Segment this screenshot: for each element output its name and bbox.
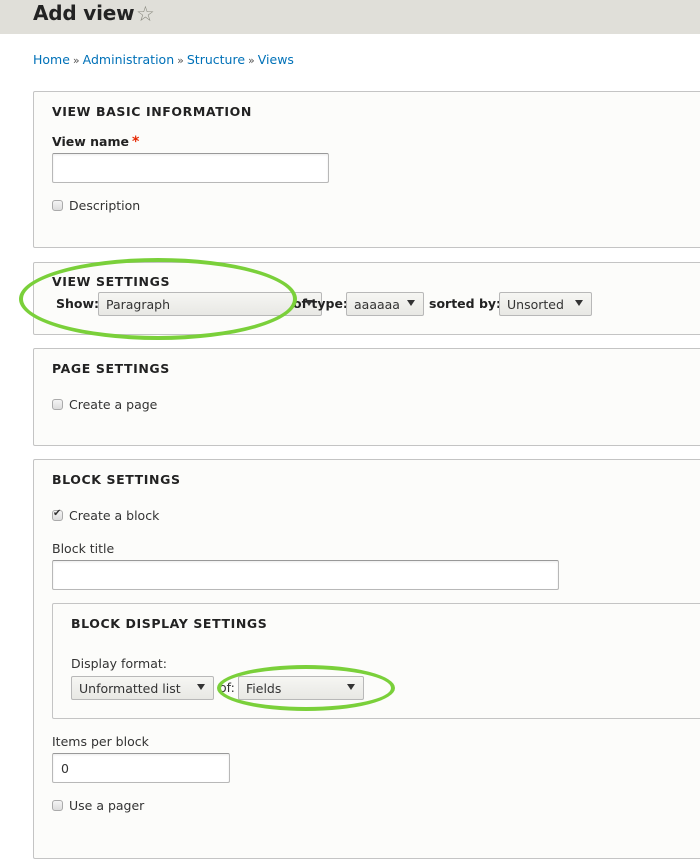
- of-type-select-value: aaaaaa: [354, 296, 400, 312]
- fieldset-legend: View settings: [52, 274, 171, 289]
- view-name-label-text: View name: [52, 134, 129, 149]
- fieldset-legend: View basic information: [52, 104, 252, 119]
- description-checkbox-row[interactable]: Description: [52, 198, 140, 213]
- use-pager-checkbox-row[interactable]: Use a pager: [52, 798, 144, 813]
- block-title-label: Block title: [52, 541, 115, 556]
- sorted-by-label: sorted by:: [429, 296, 502, 311]
- use-pager-label: Use a pager: [69, 798, 145, 813]
- page-title: Add view: [33, 1, 135, 25]
- chevron-down-icon: [347, 684, 355, 690]
- description-checkbox[interactable]: [52, 200, 63, 211]
- breadcrumb: Home» Administration» Structure» Views: [33, 52, 294, 67]
- row-style-select-value: Fields: [246, 680, 282, 696]
- display-format-label: Display format:: [71, 656, 167, 671]
- sorted-by-select-value: Unsorted: [507, 296, 564, 312]
- sorted-by-select[interactable]: Unsorted: [499, 292, 592, 316]
- show-select[interactable]: Paragraph: [98, 292, 322, 316]
- breadcrumb-administration[interactable]: Administration: [83, 52, 174, 67]
- description-label: Description: [69, 198, 141, 213]
- use-pager-checkbox[interactable]: [52, 800, 63, 811]
- create-block-checkbox[interactable]: [52, 508, 63, 521]
- items-per-block-label: Items per block: [52, 734, 149, 749]
- create-block-checkbox-row[interactable]: Create a block: [52, 508, 159, 523]
- fieldset-legend: Block settings: [52, 472, 181, 487]
- view-settings-fieldset: View settings Show: Paragraph of type: a…: [33, 262, 700, 335]
- display-format-select[interactable]: Unformatted list: [71, 676, 214, 700]
- page-header: Add view ☆: [0, 0, 700, 34]
- star-icon[interactable]: ☆: [136, 2, 155, 26]
- fieldset-legend: Page settings: [52, 361, 170, 376]
- of-type-label: of type:: [293, 296, 348, 311]
- create-block-label: Create a block: [69, 508, 160, 523]
- chevron-down-icon: [407, 300, 415, 306]
- show-select-value: Paragraph: [106, 296, 171, 312]
- page-settings-fieldset: Page settings Create a page: [33, 348, 700, 446]
- breadcrumb-home[interactable]: Home: [33, 52, 70, 67]
- breadcrumb-separator: »: [248, 54, 255, 67]
- required-marker: *: [131, 134, 140, 150]
- display-format-select-value: Unformatted list: [79, 680, 181, 696]
- create-page-checkbox[interactable]: [52, 399, 63, 410]
- breadcrumb-views[interactable]: Views: [258, 52, 294, 67]
- show-label: Show:: [56, 296, 100, 311]
- fieldset-legend: Block display settings: [71, 616, 268, 631]
- chevron-down-icon: [575, 300, 583, 306]
- breadcrumb-structure[interactable]: Structure: [187, 52, 245, 67]
- breadcrumb-separator: »: [177, 54, 184, 67]
- create-page-checkbox-row[interactable]: Create a page: [52, 397, 157, 412]
- block-display-settings-fieldset: Block display settings Display format: U…: [52, 603, 700, 719]
- create-page-label: Create a page: [69, 397, 158, 412]
- block-settings-fieldset: Block settings Create a block Block titl…: [33, 459, 700, 859]
- row-style-select[interactable]: Fields: [238, 676, 364, 700]
- of-label: of:: [219, 680, 235, 695]
- view-basic-information-fieldset: View basic information View name * Descri…: [33, 91, 700, 248]
- breadcrumb-separator: »: [72, 54, 80, 67]
- items-per-block-input[interactable]: [52, 753, 230, 783]
- of-type-select[interactable]: aaaaaa: [346, 292, 424, 316]
- view-name-label: View name *: [52, 134, 139, 150]
- view-name-input[interactable]: [52, 153, 329, 183]
- chevron-down-icon: [197, 684, 205, 690]
- block-title-input[interactable]: [52, 560, 559, 590]
